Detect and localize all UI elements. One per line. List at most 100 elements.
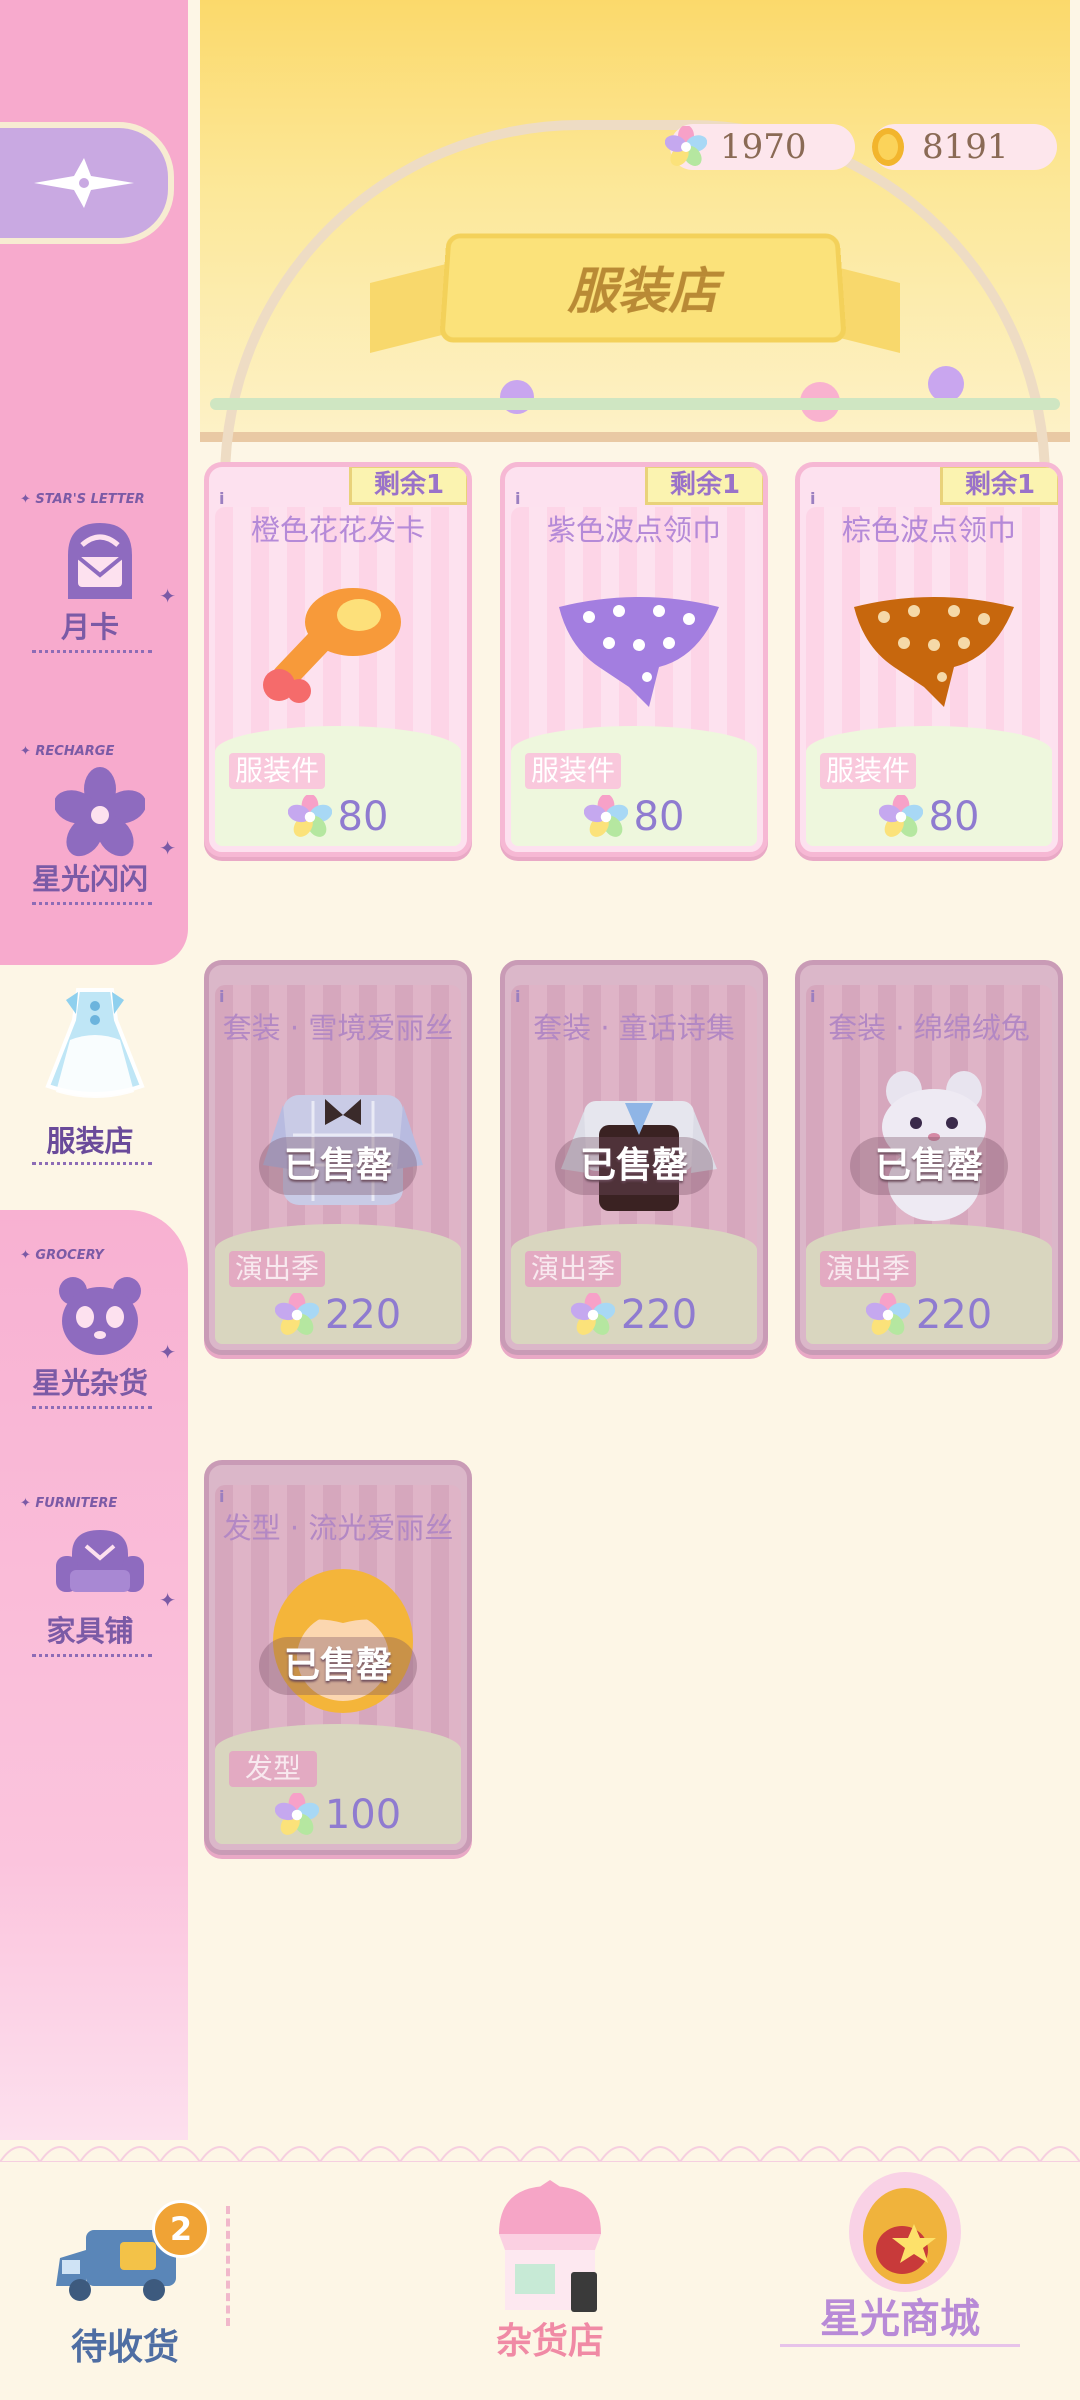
price-value: 220: [324, 1292, 402, 1338]
shop-item-card[interactable]: i 套装 · 雪境爱丽丝 已售罄 演出季 220: [204, 960, 472, 1355]
mall-underline: [780, 2344, 1020, 2347]
pending-delivery-label: 待收货: [70, 2326, 179, 2368]
item-price: 220: [800, 1292, 1058, 1338]
sidebar-item-clothing-store[interactable]: 服装店: [20, 988, 170, 1170]
panda-icon: [50, 1266, 150, 1366]
item-price: 80: [800, 794, 1058, 840]
star-gem-amount: 1970: [720, 127, 807, 167]
nav-tag: ✦ STAR'S LETTER: [20, 492, 145, 507]
remaining-badge: 剩余1: [940, 467, 1058, 505]
item-name: 紫色波点领巾: [546, 513, 721, 547]
price-value: 80: [633, 794, 685, 840]
sidebar-item-label: 家具铺: [46, 1614, 134, 1648]
dotted-divider: [32, 1654, 152, 1657]
nav-tag: ✦ RECHARGE: [20, 744, 115, 759]
dress-icon: [30, 980, 160, 1110]
star-gem-icon: [274, 1293, 319, 1335]
item-category-tag: 演出季: [820, 1251, 917, 1287]
shop-item-card[interactable]: i 套装 · 童话诗集 已售罄 演出季 220: [500, 960, 768, 1355]
item-price: 220: [209, 1292, 467, 1338]
item-name: 套装 · 童话诗集: [533, 1011, 735, 1045]
gold-coin-amount: 8191: [922, 127, 1009, 167]
sold-out-label: 已售罄: [259, 1637, 417, 1695]
currency-gold-coin[interactable]: 8191: [872, 124, 1057, 170]
back-button[interactable]: [0, 122, 174, 244]
dotted-divider: [32, 1406, 152, 1409]
item-category-tag: 服装件: [525, 753, 622, 789]
grocery-stall-icon: [499, 2180, 601, 2312]
item-category-tag: 发型: [229, 1751, 318, 1787]
shop-item-card[interactable]: 剩余1 i 橙色花花发卡 服装件 80: [204, 462, 472, 857]
dotted-divider: [32, 1162, 152, 1165]
compass-star-icon: [34, 158, 134, 208]
star-gem-icon: [570, 1293, 615, 1335]
nav-tag: ✦ GROCERY: [20, 1248, 104, 1263]
shop-item-card[interactable]: 剩余1 i 棕色波点领巾 服装件 80: [795, 462, 1063, 857]
price-value: 220: [620, 1292, 698, 1338]
remaining-badge: 剩余1: [645, 467, 763, 505]
item-category-tag: 演出季: [229, 1251, 326, 1287]
lace-divider: [0, 2146, 1080, 2162]
item-category-tag: 演出季: [525, 1251, 622, 1287]
sidebar-item-recharge[interactable]: ✦ RECHARGE 星光闪闪 ✦: [20, 744, 176, 924]
bottom-divider: [226, 2206, 230, 2326]
nav-tag: ✦ FURNITERE: [20, 1496, 118, 1511]
item-category-tag: 服装件: [820, 753, 917, 789]
orange-flower-hairpin-icon: [233, 567, 443, 727]
item-name: 橙色花花发卡: [250, 513, 425, 547]
gold-coin-icon: [866, 125, 910, 169]
sidebar-item-monthly-card[interactable]: ✦ STAR'S LETTER 月卡 ✦: [20, 492, 176, 672]
star-gem-icon: [865, 1293, 910, 1335]
price-value: 220: [915, 1292, 993, 1338]
sparkle-icon: ✦: [159, 584, 176, 608]
page-title: 服装店: [567, 261, 719, 321]
purple-polka-scarf-icon: [529, 567, 739, 727]
item-name: 棕色波点领巾: [841, 513, 1016, 547]
currency-star-gem[interactable]: 1970: [665, 124, 855, 170]
dotted-divider: [32, 902, 152, 905]
item-price: 80: [505, 794, 763, 840]
remaining-badge: 剩余1: [349, 467, 467, 505]
sold-out-label: 已售罄: [555, 1137, 713, 1195]
sparkle-icon: ✦: [159, 1588, 176, 1612]
sidebar-item-label: 服装店: [46, 1124, 134, 1158]
item-name: 套装 · 绵绵绒兔: [828, 1011, 1030, 1045]
item-category-tag: 服装件: [229, 753, 326, 789]
sidebar-item-grocery[interactable]: ✦ GROCERY 星光杂货 ✦: [20, 1248, 176, 1428]
sidebar-item-furniture[interactable]: ✦ FURNITERE 家具铺 ✦: [20, 1496, 176, 1676]
sparkle-icon: ✦: [159, 1340, 176, 1364]
price-value: 80: [928, 794, 980, 840]
price-value: 80: [337, 794, 389, 840]
star-gem-icon: [583, 795, 628, 837]
shop-item-card[interactable]: i 发型 · 流光爱丽丝 已售罄 发型 100: [204, 1460, 472, 1855]
flower-icon: [50, 762, 150, 862]
pending-delivery-button[interactable]: 2 待收货: [40, 2190, 210, 2370]
item-price: 100: [209, 1792, 467, 1838]
item-name: 发型 · 流光爱丽丝: [222, 1511, 454, 1545]
flower-decoration: [928, 366, 964, 402]
sidebar-item-label: 星光闪闪: [31, 862, 148, 896]
starlight-mall-button[interactable]: 星光商城: [780, 2160, 1020, 2360]
item-name: 套装 · 雪境爱丽丝: [222, 1011, 454, 1045]
grocery-button[interactable]: 杂货店: [465, 2170, 635, 2362]
pending-count-badge: 2: [152, 2200, 210, 2258]
star-gem-icon: [274, 1793, 319, 1835]
starlight-mall-icon: [849, 2172, 961, 2292]
title-banner: 服装店: [439, 233, 847, 343]
shop-item-card[interactable]: i 套装 · 绵绵绒兔 已售罄 演出季 220: [795, 960, 1063, 1355]
sidebar-item-label: 月卡: [60, 610, 119, 644]
shop-header: 1970 8191 服装店: [200, 0, 1070, 480]
vine-decoration: [210, 398, 1060, 410]
price-value: 100: [324, 1792, 402, 1838]
brown-polka-scarf-icon: [824, 567, 1034, 727]
star-gem-icon: [664, 125, 708, 169]
star-gem-icon: [878, 795, 923, 837]
sparkle-icon: ✦: [159, 836, 176, 860]
sold-out-label: 已售罄: [259, 1137, 417, 1195]
grocery-label: 杂货店: [495, 2320, 604, 2362]
mailbox-icon: [50, 510, 150, 610]
dotted-divider: [32, 650, 152, 653]
starlight-mall-label: 星光商城: [820, 2295, 980, 2342]
armchair-icon: [50, 1514, 150, 1614]
shop-item-card[interactable]: 剩余1 i 紫色波点领巾 服装件 80: [500, 462, 768, 857]
